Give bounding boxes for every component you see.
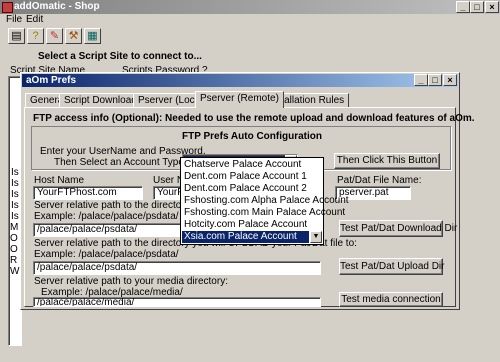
- list-item[interactable]: Is: [11, 211, 19, 222]
- download-dir-example: Example: /palace/palace/psdata/: [34, 211, 179, 222]
- toolbar-script-icon[interactable]: ✎: [46, 28, 63, 44]
- dropdown-option[interactable]: Hotcity.com Palace Account: [182, 219, 322, 231]
- prefs-dialog-title: aOm Prefs: [26, 75, 77, 86]
- menu-file[interactable]: File: [6, 14, 22, 25]
- toolbar-tools-icon[interactable]: ⚒: [65, 28, 82, 44]
- media-dir-label: Server relative path to your media direc…: [34, 276, 228, 287]
- list-item[interactable]: Is: [11, 178, 19, 189]
- test-upload-dir-button[interactable]: Test Pat/Dat Upload Dir: [339, 258, 445, 275]
- upload-dir-example: Example: /palace/palace/psdata/: [34, 249, 179, 260]
- toolbar-grid-icon[interactable]: ▦: [84, 28, 101, 44]
- media-dir-field[interactable]: /palace/palace/media/: [33, 297, 321, 307]
- prefs-minimize-button[interactable]: _: [414, 74, 428, 86]
- dropdown-option[interactable]: Fshosting.com Alpha Palace Account: [182, 195, 349, 207]
- test-media-connection-button[interactable]: Test media connection: [339, 292, 443, 307]
- ftp-access-header: FTP access info (Optional): Needed to us…: [33, 113, 475, 124]
- auto-config-instruction-1: Enter your UserName and Password,: [40, 146, 206, 157]
- tab-label: Pserver (Remote): [200, 93, 279, 104]
- dropdown-scroll-down-icon[interactable]: ▼: [310, 231, 322, 243]
- menu-edit[interactable]: Edit: [26, 14, 43, 25]
- dropdown-option[interactable]: Dent.com Palace Account 1: [182, 171, 322, 183]
- tab-pserver-remote[interactable]: Pserver (Remote): [195, 91, 284, 108]
- script-site-heading: Select a Script Site to connect to...: [38, 51, 202, 62]
- prefs-title-bar: aOm Prefs _ □ ×: [22, 74, 458, 87]
- main-title-bar: addOmatic - Shop _ □ ×: [0, 0, 500, 14]
- auto-config-title: FTP Prefs Auto Configuration: [182, 131, 322, 142]
- toolbar: ▤ ? ✎ ⚒ ▦: [0, 26, 500, 46]
- dropdown-option[interactable]: Fshosting.com Main Palace Account: [182, 207, 345, 219]
- patdat-file-label: Pat/Dat File Name:: [337, 175, 422, 186]
- prefs-dialog: aOm Prefs _ □ × General Script Downloadi…: [20, 72, 475, 310]
- list-item[interactable]: R: [10, 255, 17, 266]
- list-item[interactable]: M: [10, 222, 18, 233]
- host-name-field[interactable]: YourFTPhost.com: [33, 186, 143, 200]
- list-item[interactable]: Is: [11, 200, 19, 211]
- menu-bar: File Edit: [0, 14, 500, 26]
- toolbar-help-icon[interactable]: ?: [27, 28, 44, 44]
- toolbar-new-icon[interactable]: ▤: [8, 28, 25, 44]
- app-icon: [2, 2, 13, 13]
- list-item[interactable]: W: [10, 266, 19, 277]
- list-item[interactable]: O: [10, 244, 18, 255]
- list-item[interactable]: O: [10, 233, 18, 244]
- main-window-title: addOmatic - Shop: [14, 1, 100, 12]
- prefs-maximize-button[interactable]: □: [428, 74, 442, 86]
- dropdown-option[interactable]: Dent.com Palace Account 2: [182, 183, 322, 195]
- auto-config-button[interactable]: Then Click This Button: [334, 153, 440, 169]
- close-button[interactable]: ×: [485, 1, 499, 13]
- upload-dir-field[interactable]: /palace/palace/psdata/: [33, 261, 321, 275]
- account-type-dropdown-list[interactable]: Chatserve Palace Account Dent.com Palace…: [180, 157, 349, 245]
- host-name-label: Host Name: [34, 175, 85, 186]
- test-download-dir-button[interactable]: Test Pat/Dat Download Dir: [339, 220, 457, 237]
- maximize-button[interactable]: □: [470, 1, 484, 13]
- minimize-button[interactable]: _: [456, 1, 470, 13]
- dropdown-option[interactable]: Chatserve Palace Account: [182, 159, 322, 171]
- dropdown-option-selected[interactable]: Xsia.com Palace Account: [182, 231, 309, 243]
- list-item[interactable]: Is: [11, 167, 19, 178]
- prefs-close-button[interactable]: ×: [443, 74, 457, 86]
- list-item[interactable]: Is: [11, 189, 19, 200]
